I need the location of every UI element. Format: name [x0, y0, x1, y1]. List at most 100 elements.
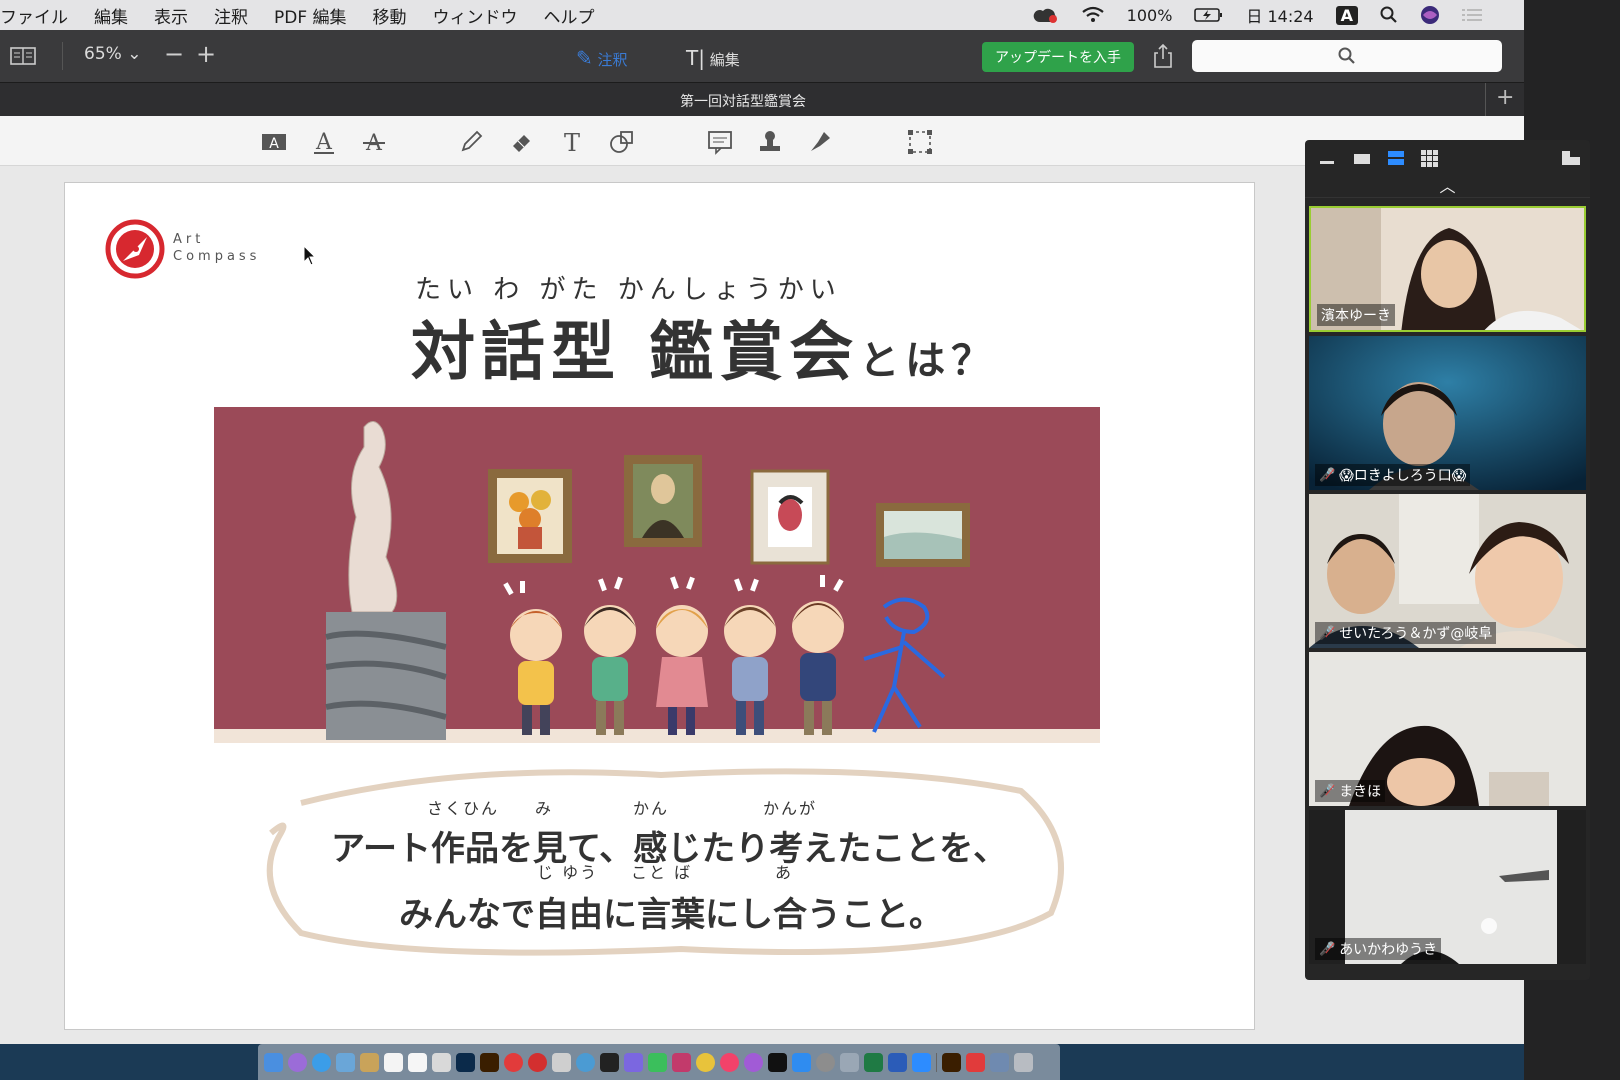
- signature-icon[interactable]: [806, 128, 834, 156]
- chevron-down-icon: ⌄: [127, 44, 142, 64]
- illustrator-doc-icon[interactable]: [942, 1052, 961, 1072]
- new-tab-button[interactable]: +: [1496, 85, 1514, 110]
- text-edit-icon[interactable]: [408, 1052, 427, 1072]
- strip-view-icon[interactable]: [1387, 150, 1405, 166]
- clock[interactable]: 日 14:24: [1246, 3, 1313, 27]
- gallery-view-icon[interactable]: [1421, 150, 1439, 168]
- input-method-icon[interactable]: A: [1335, 5, 1358, 25]
- edit-mode-label: 編集: [709, 51, 740, 69]
- annotate-mode-button[interactable]: ✎ 注釈: [576, 46, 628, 70]
- zoom-in-button[interactable]: +: [196, 40, 216, 68]
- app-flower-icon[interactable]: [672, 1052, 691, 1072]
- downloads-icon[interactable]: [990, 1052, 1009, 1072]
- notification-center-icon[interactable]: [1462, 7, 1482, 23]
- finder-icon[interactable]: [264, 1052, 283, 1072]
- annotation-toolbar: A A A T: [0, 116, 1524, 166]
- facetime-icon[interactable]: [648, 1052, 667, 1072]
- app-star-icon[interactable]: [624, 1052, 643, 1072]
- selection-icon[interactable]: [906, 128, 934, 156]
- ruby-kan: かん: [633, 799, 670, 818]
- scroll-up-button[interactable]: ︿: [1305, 176, 1590, 198]
- word-icon[interactable]: [888, 1052, 907, 1072]
- menu-pdf-edit[interactable]: PDF 編集: [274, 3, 347, 28]
- launchpad-icon[interactable]: [288, 1052, 307, 1072]
- mic-muted-icon: 🎤̸: [1319, 941, 1336, 957]
- spotlight-icon[interactable]: [1380, 6, 1398, 24]
- creative-cloud-icon[interactable]: [1033, 6, 1059, 24]
- zoom-video-panel: ︿ 濱本ゆーき 🎤̸ 😱ロきよしろう口😱 🎤̸ せいたろう＆かず@岐阜 🎤̸ まきほ …: [1305, 140, 1590, 980]
- menu-annotate[interactable]: 注釈: [214, 3, 248, 28]
- video-tile-5[interactable]: 🎤̸ あいかわゆうき: [1309, 810, 1586, 964]
- text-box-icon[interactable]: T: [558, 128, 586, 156]
- podcasts-icon[interactable]: [744, 1052, 763, 1072]
- document-tab-bar: 第一回対話型鑑賞会 +: [0, 82, 1524, 117]
- sidebar-toggle-icon[interactable]: [10, 46, 36, 66]
- menu-window[interactable]: ウィンドウ: [433, 3, 518, 28]
- wifi-icon[interactable]: [1081, 6, 1105, 24]
- app-store-icon[interactable]: [792, 1052, 811, 1072]
- stamp-icon[interactable]: [756, 128, 784, 156]
- trash-icon[interactable]: [1014, 1052, 1033, 1072]
- music-icon[interactable]: [720, 1052, 739, 1072]
- get-update-button[interactable]: アップデートを入手: [982, 42, 1134, 72]
- painting-portrait: [750, 469, 830, 565]
- video-tile-3[interactable]: 🎤̸ せいたろう＆かず@岐阜: [1309, 494, 1586, 648]
- logo-line1: Art: [173, 232, 205, 247]
- illustrator-icon[interactable]: [480, 1052, 499, 1072]
- document-tab[interactable]: 第一回対話型鑑賞会: [0, 91, 1486, 111]
- video-tile-2[interactable]: 🎤̸ 😱ロきよしろう口😱: [1309, 336, 1586, 490]
- participant-name: あいかわゆうき: [1339, 942, 1438, 958]
- share-icon[interactable]: [1152, 43, 1174, 69]
- battery-icon[interactable]: [1194, 7, 1224, 23]
- excel-icon[interactable]: [864, 1052, 883, 1072]
- eraser-icon[interactable]: [508, 128, 536, 156]
- participant-name-tag: 🎤̸ 😱ロきよしろう口😱: [1315, 464, 1471, 486]
- logo-line2: Compass: [173, 249, 261, 264]
- zoom-level-dropdown[interactable]: 65% ⌄: [84, 44, 141, 64]
- menu-edit[interactable]: 編集: [94, 3, 128, 28]
- video-tile-4[interactable]: 🎤̸ まきほ: [1309, 652, 1586, 806]
- preview-icon[interactable]: [336, 1052, 355, 1072]
- app-bubble-icon[interactable]: [576, 1052, 595, 1072]
- participant-name: 😱ロきよしろう口😱: [1339, 468, 1467, 484]
- menu-file[interactable]: ファイル: [0, 3, 68, 28]
- calendar-icon[interactable]: [384, 1052, 403, 1072]
- heading-main: 対話型 鑑賞会: [411, 316, 860, 390]
- zoom-level: 65%: [84, 44, 122, 64]
- menu-go[interactable]: 移動: [373, 3, 407, 28]
- chrome-icon[interactable]: [696, 1052, 715, 1072]
- siri-icon[interactable]: [1420, 5, 1440, 25]
- app-scan-icon[interactable]: [840, 1052, 859, 1072]
- text-highlight-icon[interactable]: A: [260, 128, 288, 156]
- app-stop-icon[interactable]: [528, 1052, 547, 1072]
- video-tile-1[interactable]: 濱本ゆーき: [1309, 206, 1586, 332]
- menu-view[interactable]: 表示: [154, 3, 188, 28]
- dock-divider: [936, 1052, 937, 1072]
- zoom-icon[interactable]: [912, 1052, 931, 1072]
- zoom-out-button[interactable]: −: [164, 40, 184, 68]
- exit-panel-icon[interactable]: [1561, 150, 1581, 166]
- notes-icon[interactable]: [360, 1052, 379, 1072]
- app-gray-icon[interactable]: [552, 1052, 571, 1072]
- svg-text:A: A: [315, 130, 333, 155]
- speaker-view-icon[interactable]: [1353, 150, 1371, 166]
- minimize-icon[interactable]: [1319, 150, 1335, 166]
- pencil-icon[interactable]: [457, 128, 485, 156]
- heading-tail: とは？: [859, 338, 998, 384]
- text-strikethrough-icon[interactable]: A: [360, 128, 388, 156]
- participant-name-tag: 濱本ゆーき: [1317, 304, 1395, 326]
- search-input[interactable]: [1192, 40, 1502, 72]
- safari-icon[interactable]: [312, 1052, 331, 1072]
- note-icon[interactable]: [706, 128, 734, 156]
- shapes-icon[interactable]: [608, 128, 636, 156]
- photoshop-icon[interactable]: [456, 1052, 475, 1072]
- pdf-expert-icon[interactable]: [966, 1052, 985, 1072]
- photos-icon[interactable]: [432, 1052, 451, 1072]
- epic-games-icon[interactable]: [600, 1052, 619, 1072]
- text-underline-icon[interactable]: A: [310, 128, 338, 156]
- system-preferences-icon[interactable]: [816, 1052, 835, 1072]
- apple-tv-icon[interactable]: [768, 1052, 787, 1072]
- edit-mode-button[interactable]: T| 編集: [686, 46, 740, 70]
- menu-help[interactable]: ヘルプ: [544, 3, 595, 28]
- app-red-icon[interactable]: [504, 1052, 523, 1072]
